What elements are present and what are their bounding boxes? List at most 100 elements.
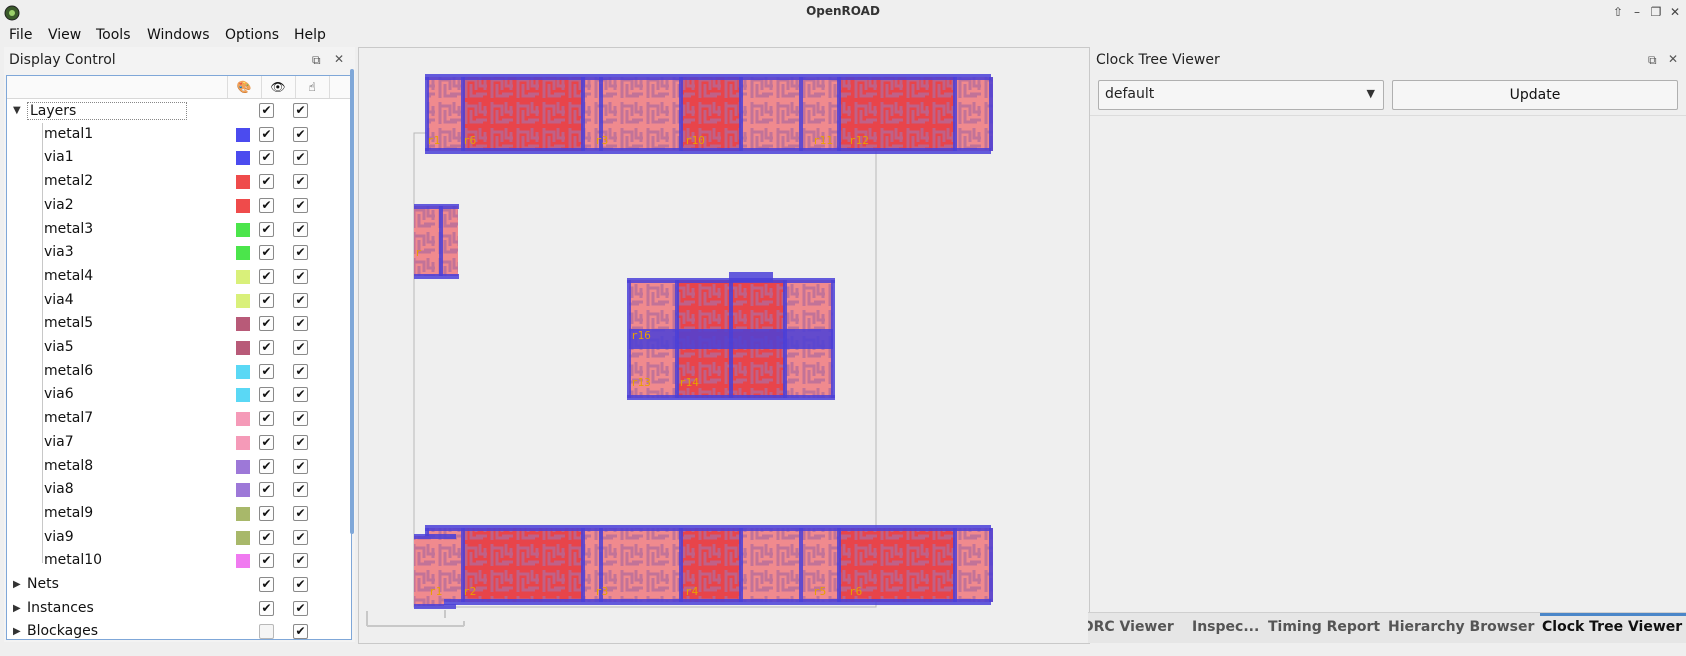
tree-row-layer[interactable]: metal7 ✔ ✔ (7, 407, 351, 431)
menu-tools[interactable]: Tools (96, 27, 131, 43)
layout-view[interactable]: r1 r6 r3 r10 r11 r12 r1 r2 r3 r4 r5 r6 r16 r13 r14 r (359, 48, 1089, 643)
selectable-checkbox[interactable]: ✔ (293, 245, 308, 260)
layer-color-swatch[interactable] (236, 199, 250, 213)
visible-checkbox[interactable]: ✔ (259, 459, 274, 474)
expand-right-icon[interactable]: ▶ (13, 579, 21, 590)
tab-clock-tree-viewer[interactable]: Clock Tree Viewer (1542, 619, 1682, 635)
tab-inspector[interactable]: Inspec... (1192, 619, 1259, 635)
menu-view[interactable]: View (48, 27, 81, 43)
visible-checkbox[interactable]: ✔ (259, 174, 274, 189)
minimize-up-icon[interactable]: ⇧ (1610, 4, 1626, 20)
layer-color-swatch[interactable] (236, 460, 250, 474)
float-panel-icon[interactable]: ⧉ (312, 53, 321, 67)
layer-color-swatch[interactable] (236, 270, 250, 284)
tree-row-layers[interactable]: ▼ Layers ✔ ✔ (7, 99, 351, 123)
tree-row-layer[interactable]: via8 ✔ ✔ (7, 478, 351, 502)
layer-color-swatch[interactable] (236, 223, 250, 237)
layer-color-swatch[interactable] (236, 507, 250, 521)
selectable-checkbox[interactable]: ✔ (293, 340, 308, 355)
layer-color-swatch[interactable] (236, 554, 250, 568)
layer-color-swatch[interactable] (236, 246, 250, 260)
tab-drc-viewer[interactable]: DRC Viewer (1088, 619, 1174, 635)
selectable-checkbox[interactable]: ✔ (293, 435, 308, 450)
visible-checkbox[interactable]: ✔ (259, 482, 274, 497)
tree-row-layer[interactable]: metal2 ✔ ✔ (7, 170, 351, 194)
layer-color-swatch[interactable] (236, 412, 250, 426)
tree-row-layer[interactable]: metal9 ✔ ✔ (7, 502, 351, 526)
menu-windows[interactable]: Windows (147, 27, 210, 43)
tab-timing-report[interactable]: Timing Report (1268, 619, 1380, 635)
expand-right-icon[interactable]: ▶ (13, 603, 21, 614)
selectable-checkbox[interactable]: ✔ (293, 316, 308, 331)
visible-checkbox[interactable]: ✔ (259, 435, 274, 450)
tree-row-layer[interactable]: metal10 ✔ ✔ (7, 549, 351, 573)
expand-right-icon[interactable]: ▶ (13, 626, 21, 637)
tree-row-layer[interactable]: metal1 ✔ ✔ (7, 123, 351, 147)
selectable-checkbox[interactable]: ✔ (293, 103, 308, 118)
visible-checkbox[interactable]: ✔ (259, 530, 274, 545)
minimize-button[interactable]: – (1629, 4, 1645, 20)
selectable-checkbox[interactable]: ✔ (293, 174, 308, 189)
tree-row-instances[interactable]: ▶ Instances ✔ ✔ (7, 597, 351, 621)
visible-checkbox[interactable]: ✔ (259, 553, 274, 568)
layout-canvas[interactable]: r1 r6 r3 r10 r11 r12 r1 r2 r3 r4 r5 r6 r16 r13 r14 r (358, 47, 1090, 644)
layer-color-swatch[interactable] (236, 436, 250, 450)
layer-color-swatch[interactable] (236, 317, 250, 331)
tree-row-layer[interactable]: via5 ✔ ✔ (7, 336, 351, 360)
clock-tree-view-area[interactable] (1090, 115, 1686, 656)
layer-color-swatch[interactable] (236, 341, 250, 355)
visible-checkbox[interactable]: ✔ (259, 506, 274, 521)
visible-checkbox[interactable]: ✔ (259, 387, 274, 402)
visible-checkbox[interactable]: ✔ (259, 103, 274, 118)
selectable-checkbox[interactable]: ✔ (293, 624, 308, 639)
visible-checkbox[interactable]: ✔ (259, 340, 274, 355)
menu-help[interactable]: Help (294, 27, 326, 43)
close-window-button[interactable]: ✕ (1667, 4, 1683, 20)
visible-checkbox[interactable]: ✔ (259, 198, 274, 213)
visible-checkbox[interactable]: ✔ (259, 411, 274, 426)
expand-down-icon[interactable]: ▼ (13, 105, 21, 116)
visible-checkbox[interactable]: ✔ (259, 364, 274, 379)
update-button[interactable]: Update (1392, 80, 1678, 110)
layer-color-swatch[interactable] (236, 175, 250, 189)
selectable-checkbox[interactable]: ✔ (293, 553, 308, 568)
selectable-checkbox[interactable]: ✔ (293, 601, 308, 616)
tree-row-layer[interactable]: metal5 ✔ ✔ (7, 312, 351, 336)
selectable-checkbox[interactable]: ✔ (293, 387, 308, 402)
visible-checkbox[interactable]: ✔ (259, 293, 274, 308)
tree-row-layer[interactable]: metal8 ✔ ✔ (7, 455, 351, 479)
layer-color-swatch[interactable] (236, 531, 250, 545)
selectable-checkbox[interactable]: ✔ (293, 577, 308, 592)
tree-scrollbar[interactable] (350, 69, 354, 534)
visible-checkbox[interactable]: ✔ (259, 316, 274, 331)
visible-checkbox[interactable]: ✔ (259, 269, 274, 284)
float-panel-icon[interactable]: ⧉ (1648, 53, 1657, 67)
tree-row-layer[interactable]: via7 ✔ ✔ (7, 431, 351, 455)
selectable-checkbox[interactable]: ✔ (293, 364, 308, 379)
visible-checkbox[interactable]: ✔ (259, 577, 274, 592)
selectable-checkbox[interactable]: ✔ (293, 530, 308, 545)
clock-select-dropdown[interactable]: default ▼ (1098, 80, 1384, 110)
selectable-checkbox[interactable]: ✔ (293, 293, 308, 308)
close-panel-icon[interactable]: ✕ (1668, 52, 1678, 66)
layer-color-swatch[interactable] (236, 483, 250, 497)
visible-checkbox[interactable]: ✔ (259, 222, 274, 237)
tree-row-layer[interactable]: metal6 ✔ ✔ (7, 360, 351, 384)
layer-color-swatch[interactable] (236, 388, 250, 402)
tree-row-layer[interactable]: via9 ✔ ✔ (7, 526, 351, 550)
tree-row-layer[interactable]: via1 ✔ ✔ (7, 146, 351, 170)
maximize-button[interactable]: ❐ (1648, 4, 1664, 20)
menu-file[interactable]: File (9, 27, 32, 43)
selectable-checkbox[interactable]: ✔ (293, 459, 308, 474)
selectable-checkbox[interactable]: ✔ (293, 150, 308, 165)
selectable-checkbox[interactable]: ✔ (293, 506, 308, 521)
visible-checkbox[interactable]: ✔ (259, 245, 274, 260)
tree-row-layer[interactable]: metal3 ✔ ✔ (7, 218, 351, 242)
layer-color-swatch[interactable] (236, 151, 250, 165)
tree-row-blockages[interactable]: ▶ Blockages ✔ ✔ (7, 620, 351, 639)
tree-row-layer[interactable]: via3 ✔ ✔ (7, 241, 351, 265)
layer-color-swatch[interactable] (236, 365, 250, 379)
selectable-checkbox[interactable]: ✔ (293, 222, 308, 237)
visible-checkbox[interactable]: ✔ (259, 601, 274, 616)
visible-checkbox[interactable]: ✔ (259, 127, 274, 142)
